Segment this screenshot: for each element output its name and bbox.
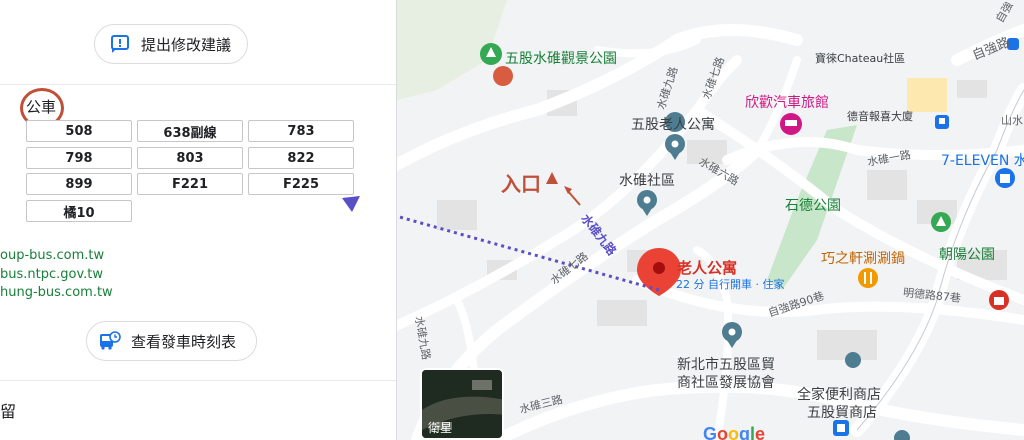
poi-label-familymart-line1[interactable]: 全家便利商店 bbox=[797, 384, 881, 404]
divider bbox=[0, 380, 396, 381]
route-chip[interactable]: 798 bbox=[26, 147, 132, 169]
poi-label-hotpot[interactable]: 巧之軒涮涮鍋 bbox=[821, 248, 905, 268]
view-schedule-label: 查看發車時刻表 bbox=[131, 332, 237, 351]
entrance-annotation: 入口 bbox=[501, 172, 541, 196]
poi-label-motel[interactable]: 欣歡汽車旅館 bbox=[745, 92, 829, 112]
view-schedule-button[interactable]: 查看發車時刻表 bbox=[86, 321, 257, 361]
suggest-edit-label: 提出修改建議 bbox=[141, 35, 232, 54]
route-chip[interactable]: F221 bbox=[137, 173, 243, 195]
poi-label-chaoyang-park[interactable]: 朝陽公園 bbox=[939, 244, 995, 264]
bus-link[interactable]: oup-bus.com.tw bbox=[0, 248, 104, 263]
poi-label-shuidui-community[interactable]: 水碓社區 bbox=[619, 170, 675, 190]
divider bbox=[0, 84, 396, 85]
route-chip[interactable]: 783 bbox=[248, 120, 354, 142]
satellite-toggle[interactable]: 衛星 bbox=[420, 368, 504, 440]
suggest-edit-button[interactable]: 提出修改建議 bbox=[94, 24, 248, 64]
section-heading: 留 bbox=[0, 402, 17, 421]
poi-label-shide-park[interactable]: 石德公園 bbox=[785, 195, 841, 215]
bus-link[interactable]: bus.ntpc.gov.tw bbox=[0, 267, 103, 282]
route-chip[interactable]: 822 bbox=[248, 147, 354, 169]
place-details-panel: 提出修改建議 公車 508 638副線 783 798 803 822 899 … bbox=[0, 0, 397, 440]
poi-label-seven-eleven[interactable]: 7-ELEVEN 水 bbox=[941, 150, 1024, 170]
selected-place-route-info: 22 分 自行開車 · 住家 bbox=[676, 278, 785, 291]
map-canvas[interactable]: 五股水碓觀景公園 寶徠Chateau社區 欣歡汽車旅館 五股老人公寓 水碓社區 … bbox=[397, 0, 1024, 440]
poi-label-chateau[interactable]: 寶徠Chateau社區 bbox=[815, 50, 905, 66]
poi-label-dexin-tower[interactable]: 德音報喜大廈 bbox=[847, 108, 913, 124]
google-logo: Google bbox=[703, 424, 766, 440]
poi-label-association-line1[interactable]: 新北市五股區貿 bbox=[677, 354, 775, 374]
bus-clock-icon bbox=[99, 330, 121, 352]
route-chip[interactable]: 803 bbox=[137, 147, 243, 169]
selected-place-name[interactable]: 老人公寓 bbox=[677, 257, 737, 278]
park-pin-icon bbox=[480, 43, 502, 65]
satellite-label: 衛星 bbox=[428, 421, 453, 435]
poi-label-association-line2[interactable]: 商社區發展協會 bbox=[677, 372, 775, 392]
route-chip[interactable]: 508 bbox=[26, 120, 132, 142]
bus-link[interactable]: hung-bus.com.tw bbox=[0, 285, 113, 300]
bus-section-title: 公車 bbox=[26, 98, 57, 116]
poi-label-elderly-apartment[interactable]: 五股老人公寓 bbox=[631, 114, 715, 134]
route-chip[interactable]: 899 bbox=[26, 173, 132, 195]
poi-label-familymart-line2[interactable]: 五股貿商店 bbox=[807, 402, 877, 422]
annotation-arrowhead-icon bbox=[342, 196, 360, 212]
route-chip[interactable]: 橘10 bbox=[26, 200, 132, 222]
feedback-icon bbox=[109, 33, 131, 55]
poi-label-park-scenic[interactable]: 五股水碓觀景公園 bbox=[505, 48, 617, 68]
route-chip[interactable]: 638副線 bbox=[137, 120, 243, 142]
road-label-shan: 山水 bbox=[1001, 114, 1023, 127]
